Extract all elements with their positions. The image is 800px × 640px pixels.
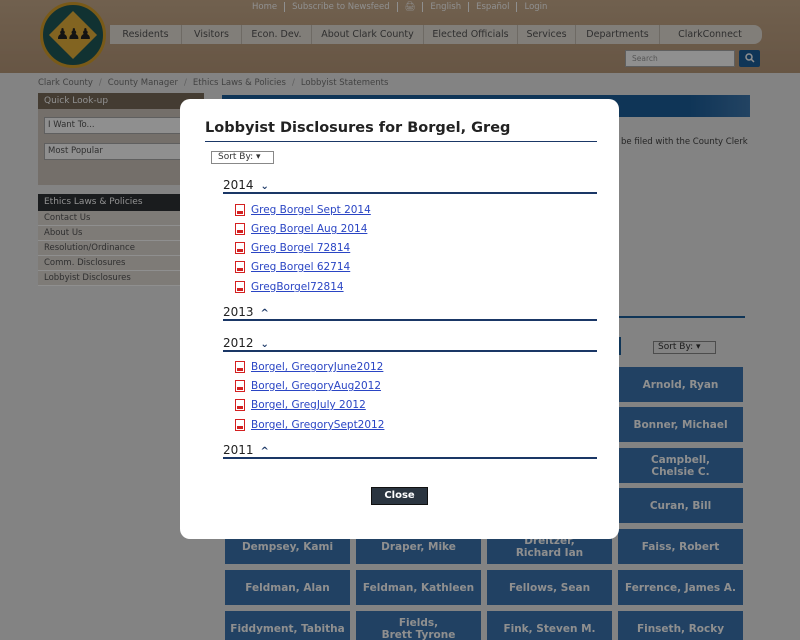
year-label: 2014 [223,178,254,192]
year-label: 2012 [223,336,254,350]
pdf-link[interactable]: Borgel, GregorySept2012 [235,419,384,431]
pdf-link[interactable]: Greg Borgel 62714 [235,261,350,273]
year-header-2011[interactable]: 2011 ^ [223,443,597,459]
pdf-icon [235,281,245,293]
pdf-link[interactable]: Borgel, GregoryAug2012 [235,380,381,392]
pdf-icon [235,361,245,373]
pdf-link[interactable]: Greg Borgel Sept 2014 [235,204,371,216]
pdf-link-label: Greg Borgel 62714 [251,261,351,273]
year-header-2013[interactable]: 2013 ^ [223,305,597,321]
chevron-up-icon: ^ [260,308,269,319]
pdf-link[interactable]: Borgel, GregJuly 2012 [235,399,366,411]
title-divider [205,141,597,142]
pdf-icon [235,204,245,216]
pdf-link-label: Borgel, GregoryAug2012 [251,380,382,392]
year-header-2014[interactable]: 2014 ⌄ [223,178,597,194]
sort-by-dropdown[interactable]: Sort By: ▾ [211,151,274,164]
pdf-link[interactable]: Greg Borgel Aug 2014 [235,223,367,235]
pdf-link-label: GregBorgel72814 [251,281,344,293]
pdf-link-label: Greg Borgel Sept 2014 [251,204,371,216]
modal-title: Lobbyist Disclosures for Borgel, Greg [205,120,511,136]
disclosures-modal: Lobbyist Disclosures for Borgel, Greg So… [180,99,619,539]
year-label: 2013 [223,305,254,319]
close-button[interactable]: Close [371,487,428,505]
year-header-2012[interactable]: 2012 ⌄ [223,336,597,352]
pdf-icon [235,419,245,431]
pdf-icon [235,380,245,392]
pdf-icon [235,399,245,411]
year-label: 2011 [223,443,254,457]
pdf-icon [235,261,245,273]
pdf-link-label: Greg Borgel 72814 [251,242,351,254]
pdf-icon [235,223,245,235]
pdf-link-label: Borgel, GregJuly 2012 [251,399,366,411]
chevron-down-icon: ⌄ [260,339,269,350]
chevron-up-icon: ^ [260,446,269,457]
chevron-down-icon: ⌄ [260,181,269,192]
pdf-link-label: Borgel, GregoryJune2012 [251,361,384,373]
pdf-link-label: Greg Borgel Aug 2014 [251,223,368,235]
pdf-icon [235,242,245,254]
pdf-link[interactable]: GregBorgel72814 [235,281,344,293]
pdf-link[interactable]: Greg Borgel 72814 [235,242,350,254]
pdf-link[interactable]: Borgel, GregoryJune2012 [235,361,383,373]
pdf-link-label: Borgel, GregorySept2012 [251,419,385,431]
